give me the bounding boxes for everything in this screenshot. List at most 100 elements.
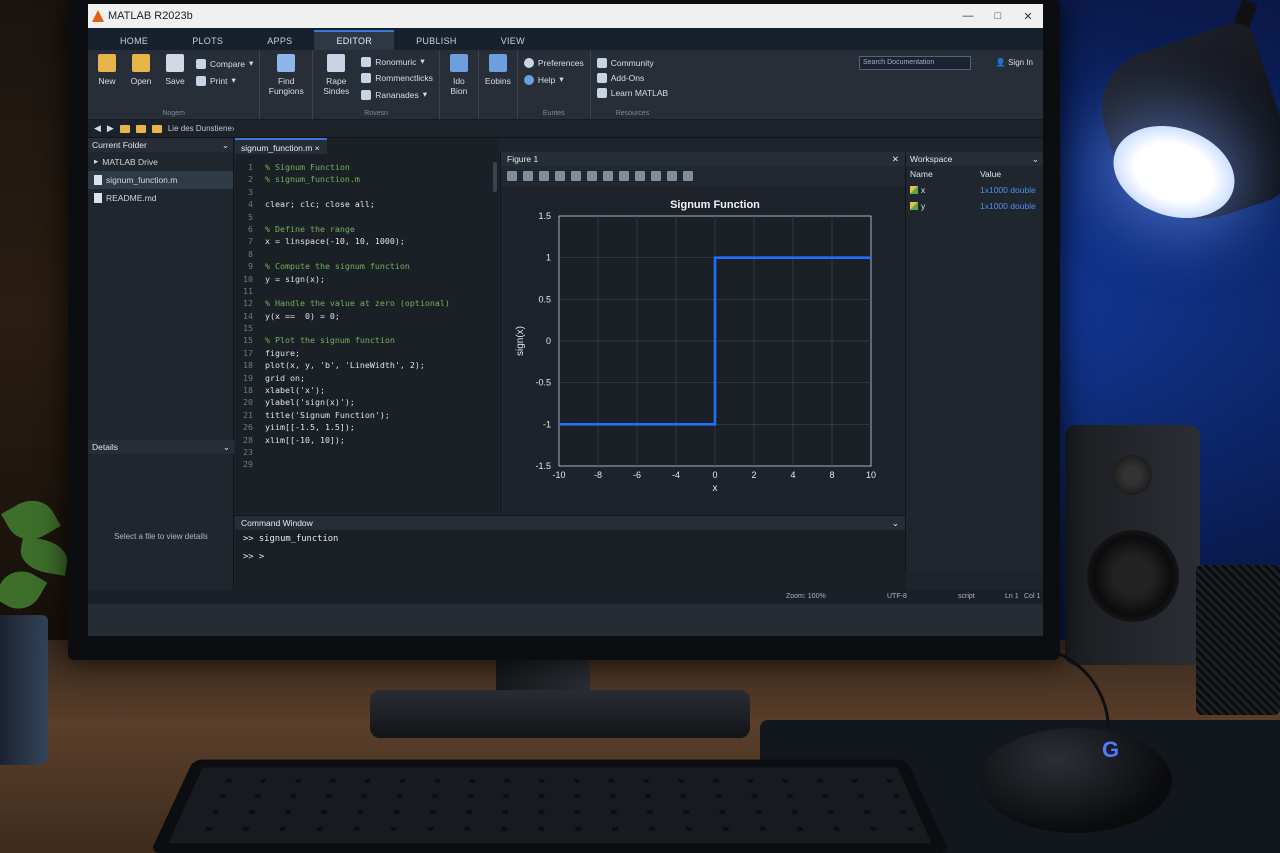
sign-in-button[interactable]: 👤 Sign In	[996, 58, 1033, 67]
code-line[interactable]: 6 % Define the range	[235, 224, 499, 236]
toolbar-icon[interactable]	[587, 171, 597, 181]
toolbar-icon[interactable]	[651, 171, 661, 181]
toolbar-icon[interactable]	[667, 171, 677, 181]
ribbon-tabs: HOME PLOTS APPS EDITOR PUBLISH VIEW	[88, 28, 1043, 50]
code-line[interactable]: 20 ylabel('sign(x)');	[235, 397, 499, 409]
code-line[interactable]: 26 yiim[[-1.5, 1.5]);	[235, 422, 499, 434]
tab-publish[interactable]: PUBLISH	[394, 32, 479, 50]
code-line[interactable]: 8	[235, 249, 499, 261]
tools-button[interactable]: Eobins	[485, 54, 511, 110]
tab-home[interactable]: HOME	[98, 32, 170, 50]
toolbar-icon[interactable]	[571, 171, 581, 181]
code-line[interactable]: 15	[235, 323, 499, 335]
code-line[interactable]: 29	[235, 459, 499, 471]
maximize-button[interactable]: □	[983, 10, 1013, 22]
toolbar-icon[interactable]	[507, 171, 517, 181]
code-line[interactable]: 19 grid on;	[235, 373, 499, 385]
back-icon[interactable]: ◀	[94, 123, 101, 134]
x-tick-label: -10	[552, 470, 565, 480]
code-area[interactable]: 1 % Signum Function 2 % signum_function.m 3 4…	[235, 162, 499, 514]
help-button[interactable]: Help ▾	[523, 74, 584, 85]
editor-tab[interactable]: signum_function.m ×	[235, 138, 327, 154]
close-figure-icon[interactable]: ✕	[892, 154, 899, 164]
code-line[interactable]: 21 title('Signum Function');	[235, 410, 499, 422]
folder-icon[interactable]	[119, 124, 130, 133]
toolbar-icon[interactable]	[603, 171, 613, 181]
code-line[interactable]: 18 plot(x, y, 'b', 'LineWidth', 2);	[235, 360, 499, 372]
code-text: plot(x, y, 'b', 'LineWidth', 2);	[265, 360, 425, 371]
forward-icon[interactable]: ▶	[107, 123, 114, 134]
compare-button[interactable]: Compare ▾	[196, 58, 253, 69]
details-panel: Details ⌄	[88, 440, 234, 454]
code-line[interactable]: 10 y = sign(x);	[235, 274, 499, 286]
refactor-icon	[327, 54, 346, 72]
chevron-down-icon[interactable]: ⌄	[223, 442, 230, 452]
open-button[interactable]: Open	[128, 54, 154, 110]
toolbar-icon[interactable]	[523, 171, 533, 181]
code-line[interactable]: 23	[235, 447, 499, 459]
file-item[interactable]: signum_function.m	[88, 171, 233, 189]
chevron-down-icon[interactable]: ⌄	[892, 518, 899, 528]
code-line[interactable]: 17 figure;	[235, 348, 499, 360]
code-line[interactable]: 28 xlim[[-10, 10]);	[235, 435, 499, 447]
close-tab-icon[interactable]: ×	[315, 143, 320, 153]
editor-scrollbar[interactable]	[493, 162, 497, 192]
workspace-variable-row[interactable]: y 1x1000 double	[906, 198, 1043, 214]
ribbon-option-3[interactable]: Rananades ▾	[361, 89, 433, 100]
tab-apps[interactable]: APPS	[245, 32, 314, 50]
workspace-variable-row[interactable]: x 1x1000 double	[906, 182, 1043, 198]
workspace-panel: Workspace ⌄ Name Value x 1x1000 double y 1x1…	[905, 152, 1043, 572]
minimize-button[interactable]: —	[953, 10, 983, 22]
search-documentation-input[interactable]: Search Documentation	[859, 56, 971, 70]
code-line[interactable]: 1 % Signum Function	[235, 162, 499, 174]
code-line[interactable]: 5	[235, 212, 499, 224]
ribbon-option-2[interactable]: Rommenctlicks	[361, 73, 433, 83]
code-line[interactable]: 14 y(x == 0) = 0;	[235, 311, 499, 323]
chevron-down-icon[interactable]: ⌄	[222, 140, 229, 150]
y-tick-label: 0.5	[538, 294, 551, 304]
code-text: y = sign(x);	[265, 273, 325, 284]
details-header: Details ⌄	[88, 440, 234, 454]
find-button[interactable]: Find Fungions	[266, 54, 306, 110]
folder-item[interactable]: ▸ MATLAB Drive	[88, 152, 233, 171]
preferences-button[interactable]: Preferences	[523, 58, 584, 68]
code-text: % Signum Function	[265, 162, 350, 172]
browse-folder-icon[interactable]	[151, 124, 162, 133]
run-button[interactable]: Ido Bion	[446, 54, 472, 110]
addons-button[interactable]: Add-Ons	[596, 73, 668, 83]
learn-matlab-button[interactable]: Learn MATLAB	[596, 88, 668, 98]
code-line[interactable]: 11	[235, 286, 499, 298]
toolbar-icon[interactable]	[539, 171, 549, 181]
tab-editor[interactable]: EDITOR	[314, 30, 395, 50]
toolbar-icon[interactable]	[683, 171, 693, 181]
variable-icon	[910, 202, 918, 210]
code-line[interactable]: 7 x = linspace(-10, 10, 1000);	[235, 236, 499, 248]
toolbar-icon[interactable]	[635, 171, 645, 181]
toolbar-icon[interactable]	[619, 171, 629, 181]
code-line[interactable]: 2 % signum_function.m	[235, 174, 499, 186]
tab-view[interactable]: VIEW	[479, 32, 547, 50]
code-line[interactable]: 15 % Plot the signum function	[235, 335, 499, 347]
title-bar: MATLAB R2023b — □ ✕	[88, 4, 1043, 28]
code-line[interactable]: 9 % Compute the signum function	[235, 261, 499, 273]
new-button[interactable]: New	[94, 54, 120, 110]
command-history-line: >> signum_function	[243, 534, 339, 544]
code-line[interactable]: 18 xlabel('x');	[235, 385, 499, 397]
code-line[interactable]: 12 % Handle the value at zero (optional)	[235, 298, 499, 310]
current-path[interactable]: Lie des Dunstiene›	[168, 124, 235, 133]
code-line[interactable]: 3	[235, 187, 499, 199]
tab-plots[interactable]: PLOTS	[170, 32, 245, 50]
community-button[interactable]: Community	[596, 58, 668, 68]
folder-up-icon[interactable]	[135, 124, 146, 133]
close-button[interactable]: ✕	[1013, 10, 1043, 23]
toolbar-icon[interactable]	[555, 171, 565, 181]
refactor-button[interactable]: Rape Sindes	[319, 54, 353, 110]
ribbon-option-1[interactable]: Ronomuric ▾	[361, 56, 433, 67]
command-prompt[interactable]: >> >	[235, 548, 905, 566]
code-line[interactable]: 4 clear; clc; close all;	[235, 199, 499, 211]
save-button[interactable]: Save	[162, 54, 188, 110]
print-button[interactable]: Print ▾	[196, 75, 253, 86]
chevron-down-icon[interactable]: ⌄	[1032, 154, 1039, 164]
file-item[interactable]: README.md	[88, 189, 233, 207]
line-number: 15	[243, 335, 253, 346]
